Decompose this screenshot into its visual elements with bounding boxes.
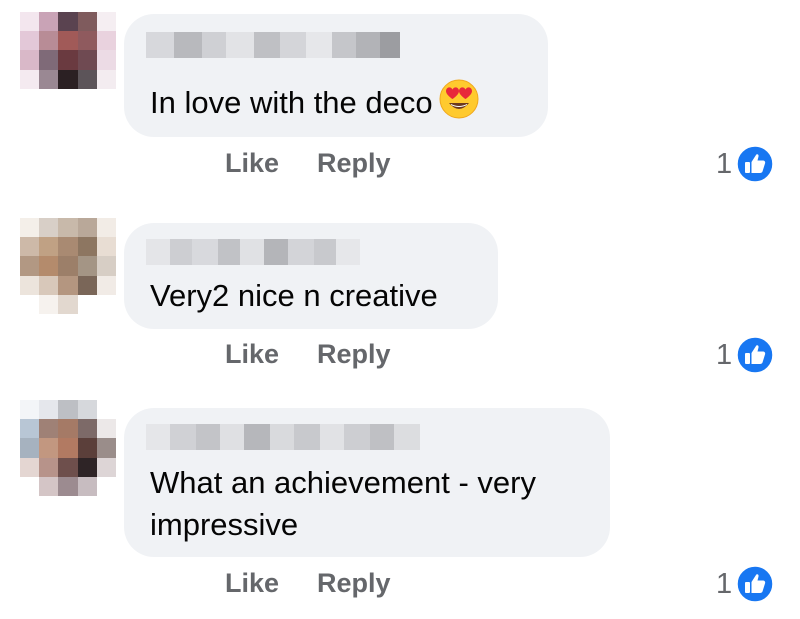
comment-text-content: In love with the deco xyxy=(150,85,433,120)
comment-text: In love with the deco xyxy=(150,79,479,124)
comment-actions: Like Reply xyxy=(225,148,391,179)
thumbs-up-icon xyxy=(736,336,774,374)
comment-text-line: impressive xyxy=(150,507,299,542)
comment-text-line: What an achievement - very xyxy=(150,465,536,500)
heart-eyes-emoji xyxy=(439,79,479,119)
commenter-name-blurred[interactable] xyxy=(146,32,400,58)
avatar[interactable] xyxy=(20,218,116,314)
commenter-name-blurred[interactable] xyxy=(146,424,420,450)
comment-text: What an achievement - very impressive xyxy=(150,462,536,546)
comment-actions: Like Reply xyxy=(225,568,391,599)
reaction-count: 1 xyxy=(716,147,733,180)
reply-button[interactable]: Reply xyxy=(317,148,391,179)
avatar[interactable] xyxy=(20,400,116,496)
comment-text: Very2 nice n creative xyxy=(150,275,438,317)
comment-actions: Like Reply xyxy=(225,339,391,370)
comment-bubble: What an achievement - very impressive xyxy=(124,408,610,557)
comment-text-content: Very2 nice n creative xyxy=(150,278,438,313)
thumbs-up-icon xyxy=(736,145,774,183)
like-button[interactable]: Like xyxy=(225,339,279,370)
reply-button[interactable]: Reply xyxy=(317,339,391,370)
reply-button[interactable]: Reply xyxy=(317,568,391,599)
reaction-summary[interactable]: 1 xyxy=(716,145,774,183)
comment-bubble: Very2 nice n creative xyxy=(124,223,498,329)
reaction-summary[interactable]: 1 xyxy=(716,336,774,374)
like-button[interactable]: Like xyxy=(225,148,279,179)
like-button[interactable]: Like xyxy=(225,568,279,599)
reaction-count: 1 xyxy=(716,338,733,371)
reaction-count: 1 xyxy=(716,567,733,600)
comment-bubble: In love with the deco xyxy=(124,14,548,137)
avatar[interactable] xyxy=(20,12,116,108)
reaction-summary[interactable]: 1 xyxy=(716,565,774,603)
commenter-name-blurred[interactable] xyxy=(146,239,360,265)
thumbs-up-icon xyxy=(736,565,774,603)
